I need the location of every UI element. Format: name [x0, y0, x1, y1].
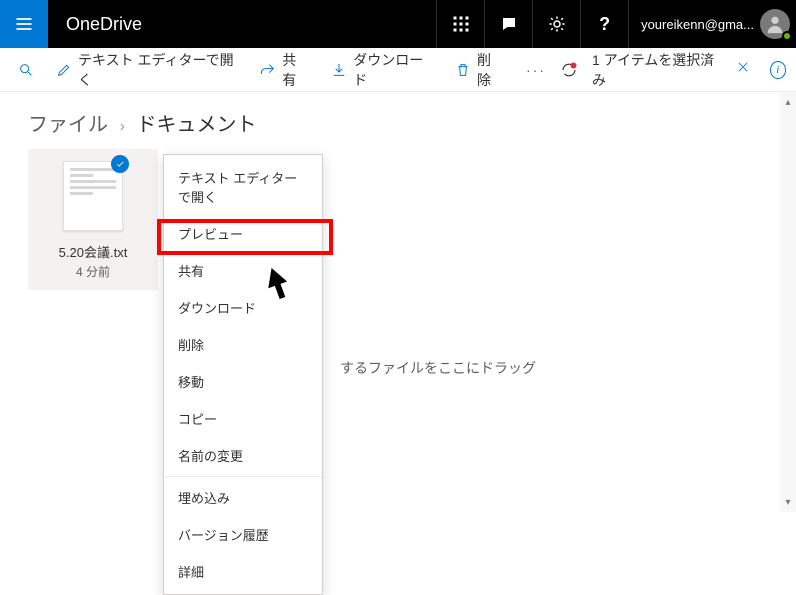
chevron-right-icon: ›: [120, 118, 125, 135]
open-editor-label: テキスト エディターで開く: [78, 50, 236, 90]
search-button[interactable]: [10, 56, 42, 84]
account-area[interactable]: youreikenn@gma...: [628, 0, 796, 48]
file-thumbnail: [63, 161, 123, 231]
breadcrumb: ファイル › ドキュメント: [0, 92, 796, 149]
delete-label: 削除: [477, 50, 502, 90]
menu-button[interactable]: [0, 0, 48, 48]
breadcrumb-current[interactable]: ドキュメント: [136, 114, 256, 136]
scroll-up-icon[interactable]: ▴: [780, 92, 796, 112]
help-button[interactable]: ?: [580, 0, 628, 48]
content-area: 5.20会議.txt 4 分前: [0, 149, 796, 515]
trash-icon: [455, 62, 471, 78]
share-label: 共有: [282, 50, 307, 90]
drag-hint-text: するファイルをここにドラッグ: [340, 358, 536, 378]
help-icon: ?: [599, 14, 610, 35]
clear-selection-button[interactable]: [730, 60, 756, 79]
delete-button[interactable]: 削除: [445, 44, 512, 96]
search-icon: [18, 62, 34, 78]
vertical-scrollbar[interactable]: ▴ ▾: [780, 92, 796, 512]
menu-preview[interactable]: プレビュー: [164, 215, 322, 252]
brand-title[interactable]: OneDrive: [48, 0, 160, 48]
menu-copy[interactable]: コピー: [164, 400, 322, 437]
menu-rename[interactable]: 名前の変更: [164, 437, 322, 474]
selection-status-text: 1 アイテムを選択済み: [592, 50, 715, 90]
download-icon: [331, 62, 347, 78]
menu-move[interactable]: 移動: [164, 363, 322, 400]
menu-open-editor[interactable]: テキスト エディターで開く: [164, 159, 322, 215]
chat-icon: [500, 15, 518, 33]
close-icon: [736, 60, 750, 74]
menu-divider: [164, 476, 322, 477]
scroll-down-icon[interactable]: ▾: [780, 492, 796, 512]
avatar[interactable]: [760, 9, 790, 39]
download-label: ダウンロード: [353, 50, 431, 90]
menu-details[interactable]: 詳細: [164, 553, 322, 590]
file-name: 5.20会議.txt: [36, 242, 150, 261]
file-time: 4 分前: [36, 263, 150, 280]
app-launcher-button[interactable]: [436, 0, 484, 48]
menu-download[interactable]: ダウンロード: [164, 289, 322, 326]
chat-button[interactable]: [484, 0, 532, 48]
file-item[interactable]: 5.20会議.txt 4 分前: [28, 149, 158, 290]
settings-button[interactable]: [532, 0, 580, 48]
download-button[interactable]: ダウンロード: [321, 44, 441, 96]
selected-check-icon: [111, 155, 129, 173]
presence-indicator: [782, 31, 792, 41]
open-editor-button[interactable]: テキスト エディターで開く: [46, 44, 246, 96]
menu-share[interactable]: 共有: [164, 252, 322, 289]
context-menu: テキスト エディターで開く プレビュー 共有 ダウンロード 削除 移動 コピー …: [163, 154, 323, 595]
pencil-icon: [56, 62, 72, 78]
menu-version-history[interactable]: バージョン履歴: [164, 516, 322, 553]
breadcrumb-root[interactable]: ファイル: [28, 114, 108, 136]
menu-embed[interactable]: 埋め込み: [164, 479, 322, 516]
top-bar: OneDrive ? youreikenn@gma...: [0, 0, 796, 48]
command-bar: テキスト エディターで開く 共有 ダウンロード 削除 ··· 1 アイテムを選択…: [0, 48, 796, 92]
share-button[interactable]: 共有: [250, 44, 317, 96]
more-button[interactable]: ···: [516, 56, 556, 84]
info-button[interactable]: i: [770, 61, 787, 79]
menu-delete[interactable]: 削除: [164, 326, 322, 363]
waffle-icon: [452, 15, 470, 33]
sync-status-icon: [560, 61, 578, 79]
gear-icon: [548, 15, 566, 33]
hamburger-icon: [14, 14, 34, 34]
ellipsis-icon: ···: [526, 62, 546, 78]
account-email: youreikenn@gma...: [641, 17, 754, 32]
share-icon: [260, 62, 276, 78]
